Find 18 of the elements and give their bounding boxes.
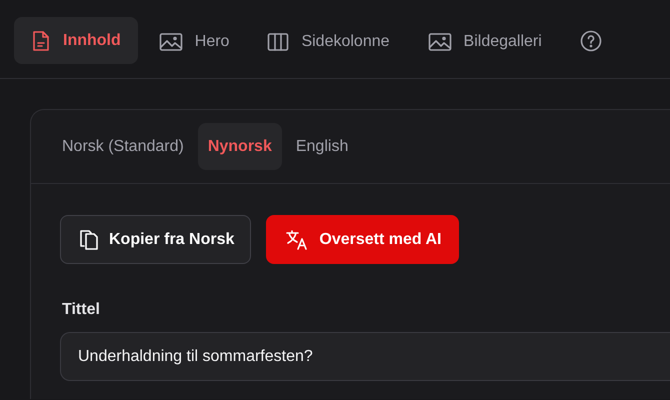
image-icon [158,32,183,52]
columns-icon [267,32,290,52]
copy-icon [79,228,99,250]
language-tab[interactable]: Nynorsk [198,123,282,170]
help-icon [580,30,602,52]
document-icon [31,30,51,52]
section-tab[interactable]: Hero [142,18,246,65]
language-tab[interactable]: Norsk (Standard) [52,123,194,170]
section-tab[interactable]: Sidekolonne [250,18,407,65]
section-tab[interactable]: Innhold [14,17,138,64]
image-icon [428,32,452,52]
section-tab[interactable]: Bildegalleri [410,18,559,65]
language-tab[interactable]: English [286,123,358,170]
field-label: Tittel [62,300,100,320]
translate-button[interactable]: Oversett med AI [266,215,458,264]
translate-icon [285,228,310,250]
copy-button[interactable]: Kopier fra Norsk [60,215,252,264]
title-input[interactable]: Underhaldning til sommarfesten? [60,332,670,381]
